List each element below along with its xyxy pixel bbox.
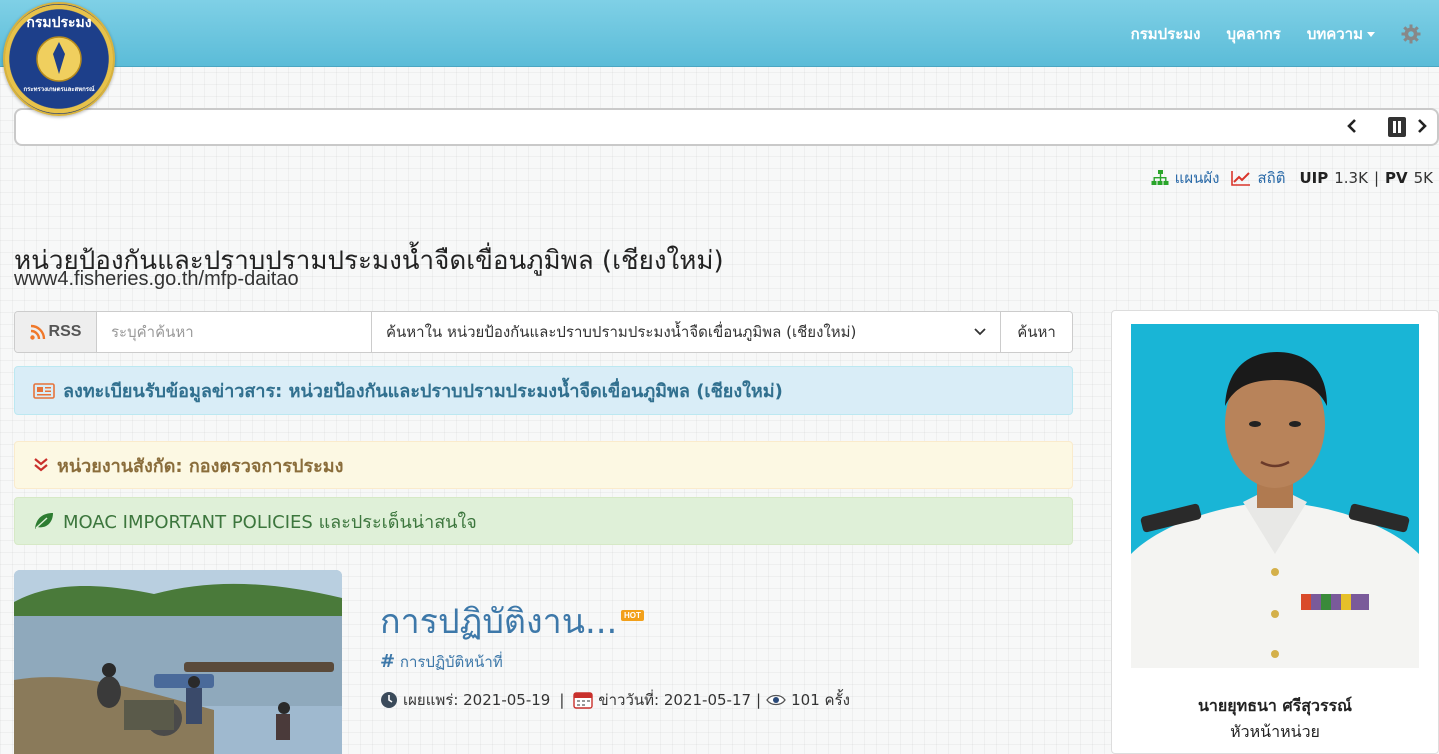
clock-icon <box>381 692 397 708</box>
news-image[interactable] <box>14 570 342 754</box>
ticker-prev-button[interactable] <box>1346 118 1358 138</box>
sitemap-icon <box>1151 170 1169 185</box>
site-url: www4.fisheries.go.th/mfp-daitao <box>14 268 299 290</box>
news-tag-label: การปฏิบัติหน้าที่ <box>399 653 503 671</box>
leaf-icon <box>33 512 55 530</box>
meta-separator-2: | <box>756 691 762 709</box>
nav-links: กรมประมง บุคลากร บทความ <box>1131 0 1421 67</box>
nav-item-department[interactable]: กรมประมง <box>1131 22 1201 46</box>
news-date: ข่าววันที่: 2021-05-17 <box>598 691 752 709</box>
uip-value: 1.3K <box>1334 169 1368 187</box>
hot-badge: HOT <box>621 610 644 621</box>
search-button[interactable]: ค้นหา <box>1001 312 1072 352</box>
logo-text-bottom: กระทรวงเกษตรและสหกรณ์ <box>23 86 95 93</box>
rss-icon <box>29 324 45 340</box>
published-date: เผยแพร่: 2021-05-19 <box>403 691 551 709</box>
profile-photo <box>1131 324 1419 668</box>
nav-item-personnel[interactable]: บุคลากร <box>1227 22 1281 46</box>
profile-card: นายยุทธนา ศรีสุวรรณ์ หัวหน้าหน่วย <box>1111 310 1439 754</box>
rss-label: RSS <box>48 323 82 340</box>
newspaper-icon <box>33 382 55 399</box>
pv-label: PV <box>1385 169 1408 187</box>
line-chart-icon <box>1231 171 1251 186</box>
eye-icon <box>766 694 786 706</box>
nav-item-articles[interactable]: บทความ <box>1307 22 1375 46</box>
ticker-next-button[interactable] <box>1416 118 1428 138</box>
news-meta: เผยแพร่: 2021-05-19 | ข่าววันที่: 2021-0… <box>380 688 850 712</box>
search-input[interactable] <box>97 312 372 352</box>
parent-unit-text: หน่วยงานสังกัด: กองตรวจการประมง <box>57 455 344 477</box>
chevron-right-icon <box>1418 119 1427 133</box>
news-title[interactable]: การปฏิบัติงาน... <box>380 594 617 648</box>
gear-icon[interactable] <box>1401 24 1421 44</box>
search-scope-value: ค้นหาใน หน่วยป้องกันและปราบปรามประมงน้ำจ… <box>386 323 857 341</box>
view-count: 101 ครั้ง <box>791 691 850 709</box>
policies-text: MOAC IMPORTANT POLICIES และประเด็นน่าสนใ… <box>63 511 477 533</box>
nav-item-articles-label: บทความ <box>1306 24 1363 43</box>
uip-label: UIP <box>1299 169 1329 187</box>
news-ticker <box>14 108 1439 146</box>
meta-separator: | <box>559 691 565 709</box>
caret-down-icon <box>1367 31 1375 37</box>
news-tag[interactable]: # การปฏิบัติหน้าที่ <box>380 650 503 674</box>
stats-separator: | <box>1373 169 1379 187</box>
profile-name: นายยุทธนา ศรีสุวรรณ์ <box>1197 696 1352 715</box>
stats-link[interactable]: สถิติ <box>1257 166 1285 190</box>
subscribe-alert[interactable]: ลงทะเบียนรับข้อมูลข่าวสาร: หน่วยป้องกันแ… <box>14 366 1073 415</box>
top-navbar: กรมประมง บุคลากร บทความ <box>0 0 1439 67</box>
search-bar: RSS ค้นหาใน หน่วยป้องกันและปราบปรามประมง… <box>14 311 1073 353</box>
search-scope-select[interactable]: ค้นหาใน หน่วยป้องกันและปราบปรามประมงน้ำจ… <box>372 312 1001 352</box>
profile-role: หัวหน้าหน่วย <box>1230 722 1320 741</box>
sitemap-link[interactable]: แผนผัง <box>1175 166 1220 190</box>
hashtag-icon: # <box>380 651 396 672</box>
pause-icon[interactable] <box>1388 117 1406 137</box>
site-stats: แผนผัง สถิติ UIP 1.3K | PV 5K <box>1151 166 1433 190</box>
news-photo-illustration <box>14 570 342 754</box>
policies-alert[interactable]: MOAC IMPORTANT POLICIES และประเด็นน่าสนใ… <box>14 497 1073 545</box>
calendar-icon <box>573 692 594 709</box>
chevron-left-icon <box>1347 119 1356 133</box>
chevron-down-icon <box>974 328 986 336</box>
emblem-icon <box>36 36 82 82</box>
double-chevron-down-icon <box>33 458 49 472</box>
rss-button[interactable]: RSS <box>15 312 97 352</box>
pv-value: 5K <box>1413 169 1433 187</box>
parent-unit-alert[interactable]: หน่วยงานสังกัด: กองตรวจการประมง <box>14 441 1073 489</box>
subscribe-text: ลงทะเบียนรับข้อมูลข่าวสาร: หน่วยป้องกันแ… <box>63 381 783 402</box>
department-logo[interactable]: กรมประมง กระทรวงเกษตรและสหกรณ์ <box>3 2 115 116</box>
